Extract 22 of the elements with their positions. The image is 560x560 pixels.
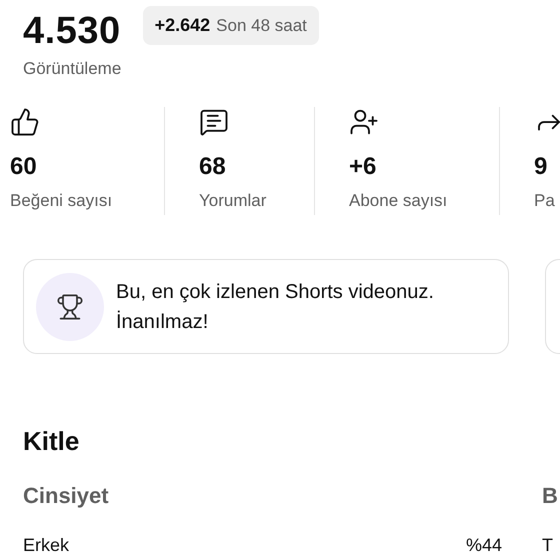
views-label: Görüntüleme: [22, 58, 122, 79]
comment-icon: [199, 107, 229, 137]
stat-label: Beğeni sayısı: [10, 191, 114, 211]
stat-label: Pa: [534, 191, 556, 211]
subsection-title: Cinsiyet: [23, 483, 110, 509]
stat-value: +6: [349, 153, 378, 181]
row-label: T: [542, 535, 553, 556]
thumbs-up-icon: [10, 107, 40, 137]
stat-value: 60: [10, 153, 38, 181]
stat-label: Abone sayısı: [349, 191, 448, 211]
stat-label: Yorumlar: [199, 191, 268, 211]
row-value: %44: [466, 535, 502, 556]
add-person-icon: [349, 107, 379, 137]
subsection-title: B: [542, 483, 559, 509]
section-title: Kitle: [23, 426, 80, 457]
delta-value: +2.642: [154, 15, 210, 36]
row-label: Erkek: [23, 535, 70, 556]
period-label: Son 48 saat: [216, 16, 307, 36]
stat-value: 9: [534, 153, 548, 181]
stat-value: 68: [199, 153, 227, 181]
view-count: 4.530: [23, 10, 121, 53]
insight-text: Bu, en çok izlenen Shorts videonuz. İnanılmaz!: [116, 280, 435, 334]
